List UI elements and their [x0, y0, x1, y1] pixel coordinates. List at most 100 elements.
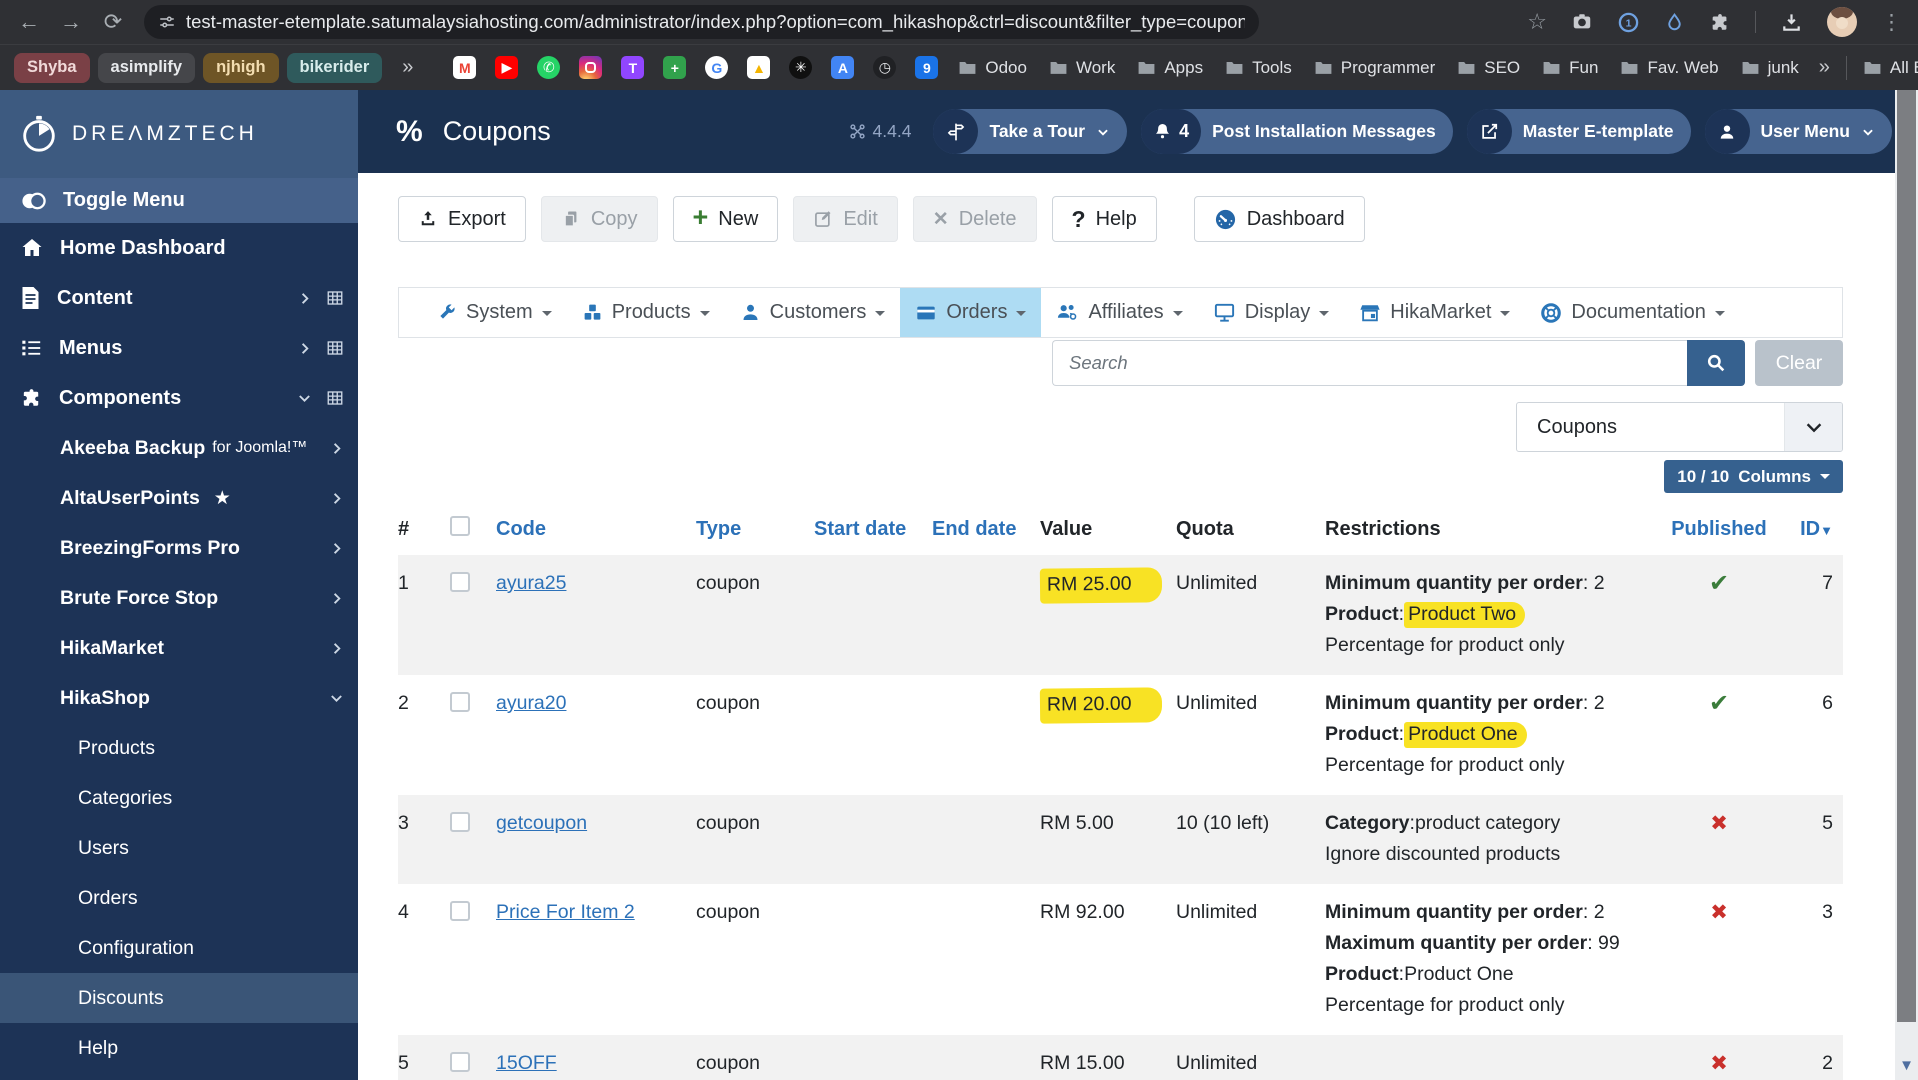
bookmark-folder-odoo[interactable]: Odoo — [958, 58, 1027, 78]
coupon-code-link[interactable]: ayura20 — [496, 692, 566, 714]
take-a-tour-button[interactable]: Take a Tour — [933, 109, 1127, 154]
sidebar-item-hikamarket[interactable]: HikaMarket — [0, 623, 358, 673]
coupon-code-link[interactable]: getcoupon — [496, 812, 587, 834]
row-checkbox[interactable] — [450, 1052, 470, 1072]
col-published[interactable]: Published — [1662, 505, 1780, 555]
twitch-icon[interactable]: T — [621, 56, 644, 79]
sidebar-item-configuration[interactable]: Configuration — [0, 923, 358, 973]
sidebar-item-akeeba-backup[interactable]: Akeeba Backupfor Joomla!™ — [0, 423, 358, 473]
row-checkbox[interactable] — [450, 692, 470, 712]
translate-icon[interactable]: A — [831, 56, 854, 79]
sidebar-item-content[interactable]: Content — [0, 273, 358, 323]
coupon-code-link[interactable]: ayura25 — [496, 572, 566, 594]
select-all-checkbox[interactable] — [450, 505, 496, 555]
coupon-code-link[interactable]: Price For Item 2 — [496, 901, 635, 923]
nine-icon[interactable]: 9 — [915, 56, 938, 79]
bookmark-folder-apps[interactable]: Apps — [1137, 58, 1203, 78]
search-input[interactable] — [1052, 340, 1687, 386]
forward-icon[interactable]: → — [52, 3, 90, 41]
onepassword-icon[interactable]: 1 — [1617, 11, 1640, 34]
sidebar-item-menus[interactable]: Menus — [0, 323, 358, 373]
bookmark-star-icon[interactable]: ☆ — [1527, 9, 1547, 35]
clock-icon[interactable]: ◷ — [873, 56, 896, 79]
clear-button[interactable]: Clear — [1755, 340, 1843, 386]
sidebar-item-home-dashboard[interactable]: Home Dashboard — [0, 223, 358, 273]
youtube-icon[interactable]: ▶ — [495, 56, 518, 79]
published-cell[interactable]: ✔ — [1662, 675, 1780, 795]
sidebar-item-products[interactable]: Products — [0, 723, 358, 773]
post-installation-messages-button[interactable]: 4 Post Installation Messages — [1141, 109, 1453, 154]
columns-selector-button[interactable]: 10 / 10 Columns — [1664, 460, 1843, 493]
sidebar-item-discounts[interactable]: Discounts — [0, 973, 358, 1023]
menubar-item-orders[interactable]: Orders — [900, 288, 1041, 337]
copy-button[interactable]: Copy — [541, 196, 658, 242]
published-cell[interactable]: ✖ — [1662, 795, 1780, 884]
published-cell[interactable]: ✖ — [1662, 1035, 1780, 1080]
chip-overflow-icon[interactable]: » — [402, 56, 413, 79]
master-etemplate-button[interactable]: Master E-template — [1467, 109, 1691, 154]
bookmark-chip-njhigh[interactable]: njhigh — [203, 53, 278, 83]
unpublished-cross-icon[interactable]: ✖ — [1710, 901, 1728, 924]
col-id[interactable]: ID▼ — [1780, 505, 1843, 555]
droplet-extension-icon[interactable] — [1664, 12, 1685, 33]
col-code[interactable]: Code — [496, 505, 696, 555]
user-menu-button[interactable]: User Menu — [1705, 109, 1892, 154]
address-bar[interactable]: test-master-etemplate.satumalaysiahostin… — [144, 5, 1259, 39]
grid-shortcut-icon[interactable] — [326, 339, 344, 357]
screenshot-icon[interactable] — [1571, 11, 1593, 33]
delete-button[interactable]: ✕ Delete — [913, 196, 1037, 242]
row-checkbox-cell[interactable] — [450, 884, 496, 1035]
bookmark-folder-fun[interactable]: Fun — [1542, 58, 1598, 78]
export-button[interactable]: Export — [398, 196, 526, 242]
bookmark-folder-seo[interactable]: SEO — [1457, 58, 1520, 78]
sidebar-item-toggle-menu[interactable]: Toggle Menu — [0, 178, 358, 223]
profile-avatar[interactable] — [1827, 7, 1857, 37]
scrollbar-down-arrow[interactable]: ▼ — [1895, 1057, 1918, 1074]
row-checkbox[interactable] — [450, 812, 470, 832]
edit-button[interactable]: Edit — [793, 196, 897, 242]
scrollbar-thumb[interactable] — [1897, 90, 1916, 1022]
menubar-item-customers[interactable]: Customers — [725, 288, 901, 337]
dashboard-button[interactable]: Dashboard — [1194, 196, 1365, 242]
google-icon[interactable]: G — [705, 56, 728, 79]
grid-shortcut-icon[interactable] — [326, 289, 344, 307]
row-checkbox-cell[interactable] — [450, 795, 496, 884]
instagram-icon[interactable] — [579, 56, 602, 79]
extensions-icon[interactable] — [1709, 11, 1731, 33]
add-icon[interactable]: + — [663, 56, 686, 79]
col-start-date[interactable]: Start date — [814, 505, 932, 555]
unpublished-cross-icon[interactable]: ✖ — [1710, 812, 1728, 835]
back-icon[interactable]: ← — [10, 3, 48, 41]
menubar-item-system[interactable]: System — [421, 288, 567, 337]
row-checkbox[interactable] — [450, 572, 470, 592]
bookmark-folder-programmer[interactable]: Programmer — [1314, 58, 1435, 78]
search-button[interactable] — [1687, 340, 1745, 386]
published-cell[interactable]: ✔ — [1662, 555, 1780, 675]
whatsapp-icon[interactable]: ✆ — [537, 56, 560, 79]
unpublished-cross-icon[interactable]: ✖ — [1710, 1052, 1728, 1075]
row-checkbox-cell[interactable] — [450, 555, 496, 675]
site-settings-icon[interactable] — [158, 13, 176, 31]
row-checkbox[interactable] — [450, 901, 470, 921]
menubar-item-hikamarket[interactable]: HikaMarket — [1344, 288, 1525, 337]
bookmark-folder-junk[interactable]: junk — [1741, 58, 1799, 78]
col-end-date[interactable]: End date — [932, 505, 1040, 555]
bookmark-chip-bikerider[interactable]: bikerider — [287, 53, 383, 83]
row-checkbox-cell[interactable] — [450, 1035, 496, 1080]
menubar-item-affiliates[interactable]: Affiliates — [1041, 288, 1197, 337]
new-button[interactable]: + New — [673, 196, 779, 242]
sidebar-item-components[interactable]: Components — [0, 373, 358, 423]
bookmark-folder-fav-web[interactable]: Fav. Web — [1620, 58, 1718, 78]
openai-icon[interactable]: ✳ — [789, 56, 812, 79]
menubar-item-products[interactable]: Products — [567, 288, 725, 337]
published-check-icon[interactable]: ✔ — [1709, 570, 1729, 597]
row-checkbox-cell[interactable] — [450, 675, 496, 795]
chrome-menu-icon[interactable]: ⋮ — [1881, 10, 1902, 35]
sidebar-item-breezingforms-pro[interactable]: BreezingForms Pro — [0, 523, 358, 573]
sidebar-item-help[interactable]: Help — [0, 1023, 358, 1073]
sidebar-item-brute-force-stop[interactable]: Brute Force Stop — [0, 573, 358, 623]
published-check-icon[interactable]: ✔ — [1709, 690, 1729, 717]
bookmark-folder-work[interactable]: Work — [1049, 58, 1115, 78]
bookmark-chip-shyba[interactable]: Shyba — [14, 53, 90, 83]
grid-shortcut-icon[interactable] — [326, 389, 344, 407]
